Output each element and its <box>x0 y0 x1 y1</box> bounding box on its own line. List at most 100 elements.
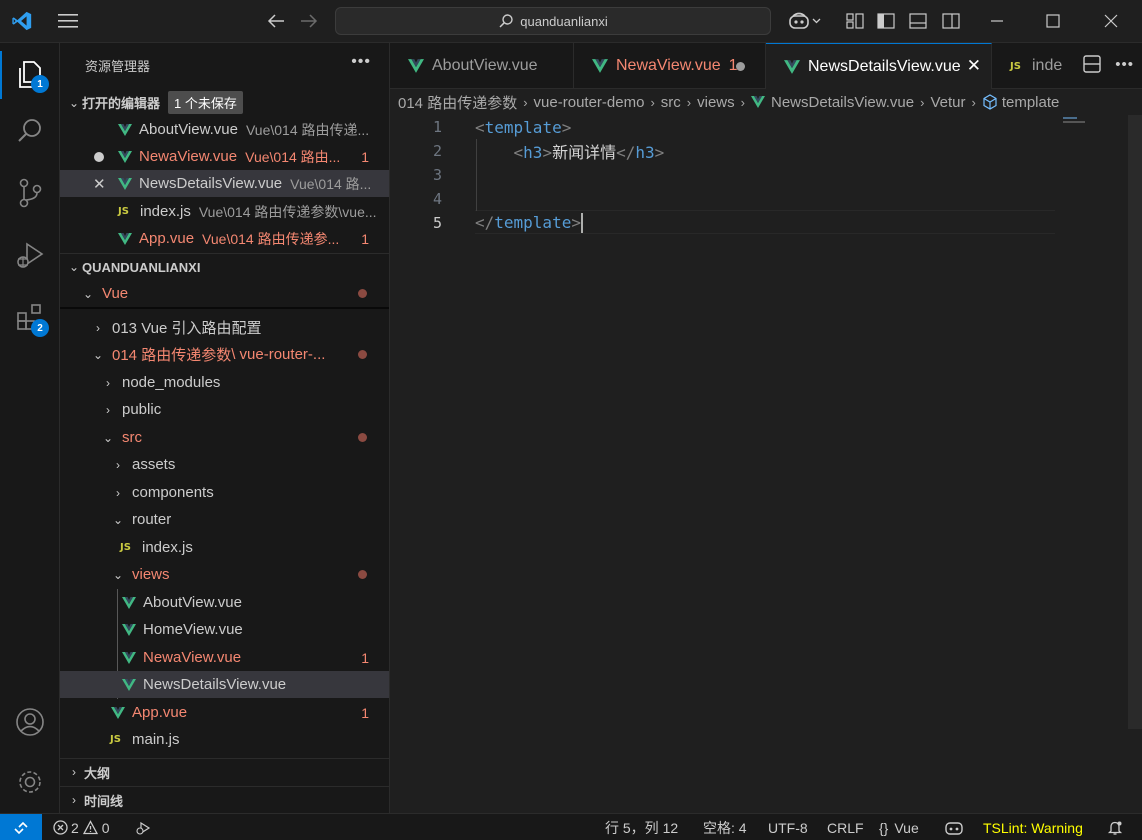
forward-arrow-icon[interactable] <box>297 9 321 33</box>
run-debug-activity[interactable] <box>0 231 60 279</box>
workspace-header[interactable]: ⌄ QUANDUANLIANXI <box>60 253 389 280</box>
unsaved-dot-icon[interactable] <box>94 151 104 162</box>
code-text: <template> <box>475 117 572 137</box>
tree-folder[interactable]: ⌄ views <box>60 561 389 588</box>
tree-folder[interactable]: › node_modules <box>60 369 389 396</box>
tab-newaview[interactable]: NewaView.vue 1 <box>574 43 766 89</box>
split-editor-icon[interactable] <box>1083 55 1101 73</box>
back-arrow-icon[interactable] <box>264 9 288 33</box>
tag-name: h3 <box>523 143 543 162</box>
customize-layout-icon[interactable] <box>843 9 867 33</box>
maximize-icon[interactable] <box>1041 9 1065 33</box>
sticky-scroll-shadow <box>60 307 389 309</box>
tree-file[interactable]: NewsDetailsView.vue <box>60 671 389 698</box>
tree-folder-vue[interactable]: ⌄ Vue <box>60 280 389 307</box>
vertical-scrollbar[interactable] <box>1128 115 1142 729</box>
tree-file[interactable]: App.vue 1 <box>60 699 389 726</box>
open-editor-item[interactable]: JS index.js Vue\014 路由传递参数\vue... <box>60 198 389 225</box>
line-number: 5 <box>432 214 442 232</box>
tree-folder[interactable]: › public <box>60 396 389 423</box>
open-editor-item[interactable]: ✕ NewsDetailsView.vue Vue\014 路... <box>60 170 389 197</box>
open-editor-item[interactable]: NewaView.vue Vue\014 路由... 1 <box>60 143 389 170</box>
tree-folder[interactable]: ⌄ src <box>60 424 389 451</box>
close-icon[interactable]: ✕ <box>967 56 981 76</box>
breadcrumb-item[interactable]: src <box>661 94 681 111</box>
tree-file[interactable]: JS main.js <box>60 726 389 753</box>
tree-folder[interactable]: › assets <box>60 451 389 478</box>
remote-indicator[interactable] <box>0 814 42 840</box>
toggle-secondary-sidebar-icon[interactable] <box>939 9 963 33</box>
tree-label: index.js <box>142 539 193 556</box>
tab-index[interactable]: JS inde <box>992 43 1070 89</box>
chevron-down-icon: ⌄ <box>112 567 124 582</box>
open-editor-item[interactable]: App.vue Vue\014 路由传递参... 1 <box>60 225 389 252</box>
outline-header[interactable]: › 大纲 <box>60 758 389 785</box>
breadcrumb-item[interactable]: vue-router-demo <box>534 94 645 111</box>
problems-indicator[interactable]: 2 0 <box>53 814 110 840</box>
tree-file[interactable]: HomeView.vue <box>60 616 389 643</box>
tslint-status[interactable]: TSLint: Warning <box>983 814 1083 840</box>
timeline-header[interactable]: › 时间线 <box>60 786 389 813</box>
breadcrumb-item[interactable]: template <box>1002 94 1060 111</box>
tree-folder[interactable]: › 013 Vue 引入路由配置 <box>60 314 389 341</box>
menu-icon[interactable] <box>55 9 81 33</box>
code-line: 4 <box>390 187 1055 211</box>
vue-file-icon <box>122 651 136 664</box>
close-icon[interactable]: ✕ <box>93 175 106 193</box>
debug-status[interactable] <box>135 814 151 840</box>
open-editor-name: NewaView.vue <box>139 148 238 165</box>
eol-status[interactable]: CRLF <box>827 814 864 840</box>
more-actions-icon[interactable]: ••• <box>1115 56 1134 73</box>
tab-aboutview[interactable]: AboutView.vue <box>390 43 574 89</box>
error-count: 2 <box>71 819 79 836</box>
unsaved-dot-icon[interactable] <box>736 62 745 71</box>
cursor-position[interactable]: 行 5，列 12 <box>605 814 678 840</box>
command-center-search[interactable]: quanduanlianxi <box>335 7 771 35</box>
vue-file-icon <box>784 60 800 74</box>
code-editor[interactable]: 1 <template> 2 <h3>新闻详情</h3> 3 4 5 </tem… <box>390 115 1142 813</box>
tree-folder[interactable]: ⌄ 014 路由传递参数 \ vue-router-... <box>60 341 389 368</box>
breadcrumb-item[interactable]: Vetur <box>930 94 965 111</box>
more-actions-icon[interactable]: ••• <box>351 53 371 71</box>
copilot-status-icon[interactable] <box>945 814 963 840</box>
toggle-primary-sidebar-icon[interactable] <box>874 9 898 33</box>
active-indicator <box>0 51 2 99</box>
close-window-icon[interactable] <box>1099 9 1123 33</box>
tree-folder[interactable]: › components <box>60 479 389 506</box>
chevron-right-icon: › <box>106 402 110 417</box>
notifications-bell-icon[interactable] <box>1107 814 1123 840</box>
tag-name: template <box>494 212 572 232</box>
breadcrumb-item[interactable]: views <box>697 94 735 111</box>
tab-newsdetailsview[interactable]: NewsDetailsView.vue ✕ <box>766 43 992 90</box>
problem-count: 1 <box>361 649 369 666</box>
breadcrumb-item[interactable]: NewsDetailsView.vue <box>771 94 914 111</box>
source-control-activity[interactable] <box>0 169 60 217</box>
tree-folder[interactable]: ⌄ router <box>60 506 389 533</box>
chevron-right-icon: › <box>96 320 100 335</box>
search-activity[interactable] <box>0 107 60 155</box>
minimize-icon[interactable] <box>985 9 1009 33</box>
chevron-right-icon: › <box>116 457 120 472</box>
language-mode[interactable]: {} Vue <box>879 814 919 840</box>
accounts-activity[interactable] <box>0 698 60 746</box>
tree-file[interactable]: JS index.js <box>60 534 389 561</box>
code-line: 3 <box>390 163 1055 187</box>
indentation-status[interactable]: 空格: 4 <box>703 814 747 840</box>
tree-label: components <box>132 484 214 501</box>
account-icon <box>16 708 44 736</box>
open-editor-item[interactable]: AboutView.vue Vue\014 路由传递... <box>60 116 389 143</box>
encoding-status[interactable]: UTF-8 <box>768 814 808 840</box>
explorer-activity[interactable]: 1 <box>0 51 60 99</box>
tree-file[interactable]: NewaView.vue 1 <box>60 644 389 671</box>
tree-label: views <box>132 566 170 583</box>
tree-file[interactable]: AboutView.vue <box>60 589 389 616</box>
tree-label-suffix: \ vue-router-... <box>231 346 326 363</box>
chevron-right-icon: › <box>971 94 976 110</box>
manage-activity[interactable] <box>0 758 60 806</box>
extensions-activity[interactable]: 2 <box>0 293 60 341</box>
breadcrumb-item[interactable]: 014 路由传递参数 <box>398 92 517 113</box>
open-editors-header[interactable]: ⌄ 打开的编辑器 1 个未保存 <box>60 89 389 116</box>
copilot-icon[interactable] <box>786 9 824 33</box>
toggle-panel-icon[interactable] <box>906 9 930 33</box>
chevron-right-icon: › <box>116 485 120 500</box>
